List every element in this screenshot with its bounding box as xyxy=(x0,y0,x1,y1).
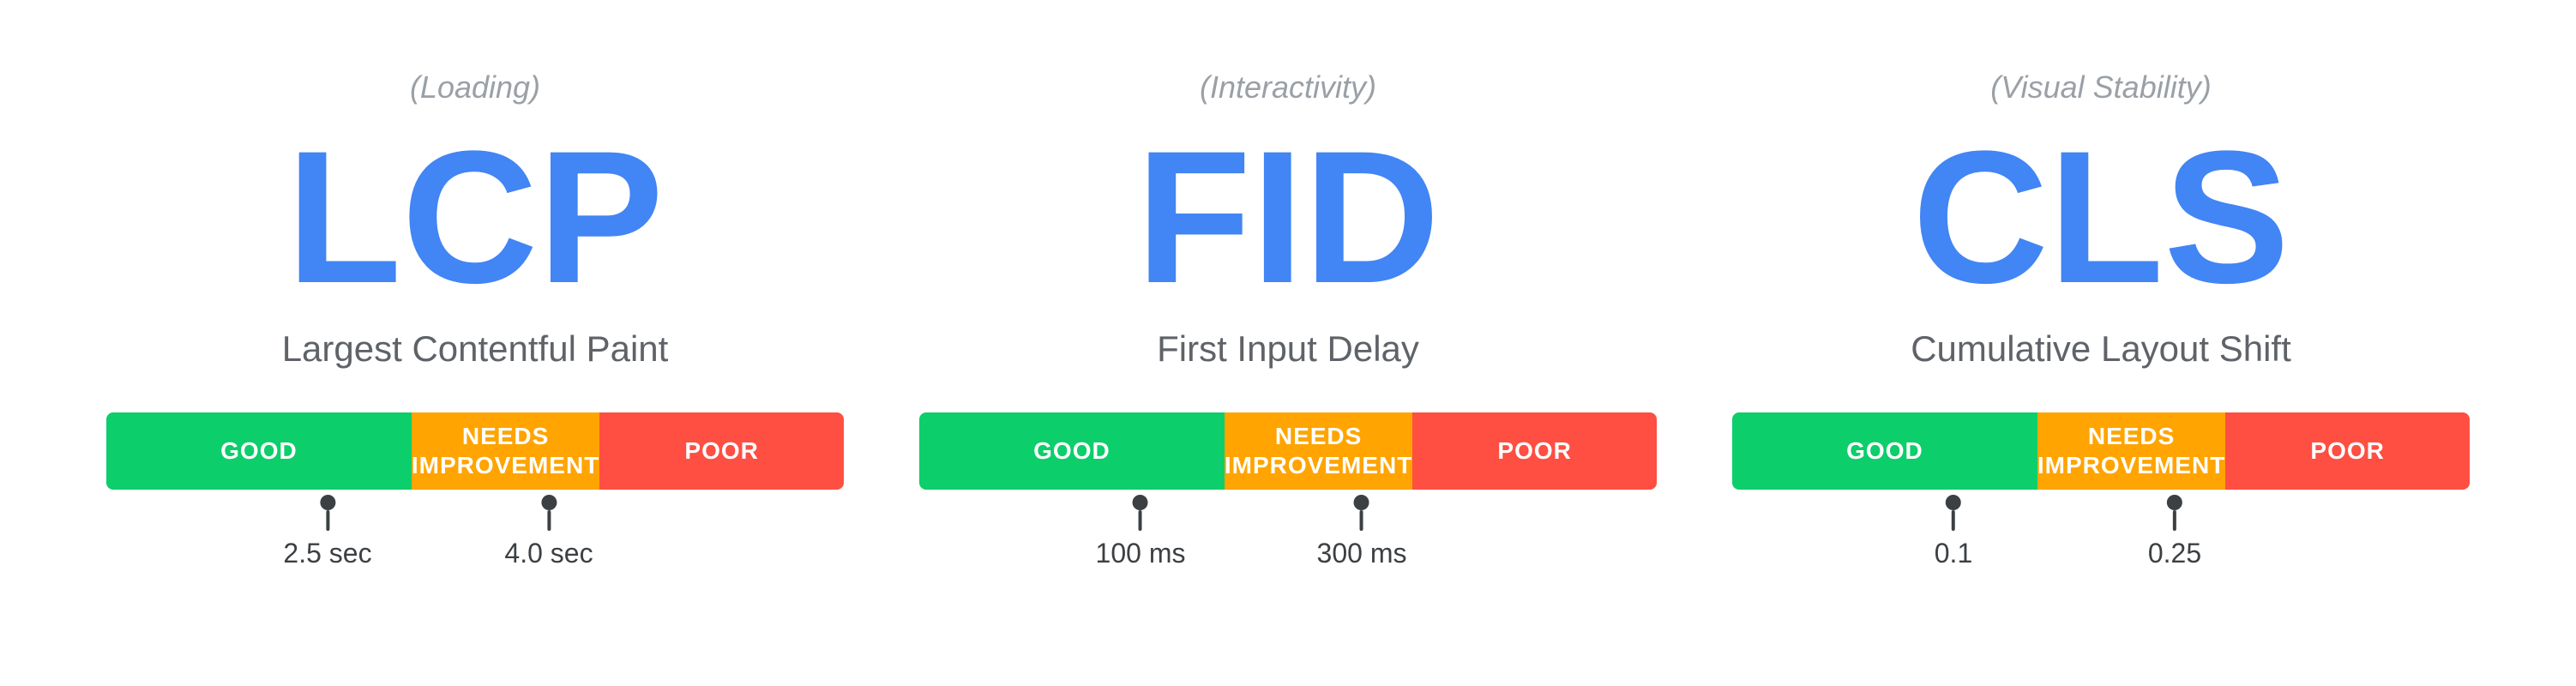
fid-marker2-line xyxy=(1360,510,1363,531)
cls-needs-segment: NEEDSIMPROVEMENT xyxy=(2037,412,2225,490)
cls-markers: 0.1 0.25 xyxy=(1732,496,2470,565)
metric-lcp: (Loading) LCP Largest Contentful Paint G… xyxy=(106,69,844,617)
lcp-name: Largest Contentful Paint xyxy=(282,328,669,370)
lcp-marker1-dot xyxy=(320,495,335,510)
fid-needs-label: NEEDSIMPROVEMENT xyxy=(1225,422,1412,479)
fid-bar-container: GOOD NEEDSIMPROVEMENT POOR 100 ms xyxy=(919,412,1657,565)
lcp-bar: GOOD NEEDSIMPROVEMENT POOR xyxy=(106,412,844,490)
fid-good-segment: GOOD xyxy=(919,412,1225,490)
lcp-needs-label: NEEDSIMPROVEMENT xyxy=(412,422,599,479)
fid-good-label: GOOD xyxy=(1033,436,1110,466)
main-container: (Loading) LCP Largest Contentful Paint G… xyxy=(0,69,2576,617)
fid-marker2-dot xyxy=(1354,495,1369,510)
lcp-good-segment: GOOD xyxy=(106,412,412,490)
cls-marker1-dot xyxy=(1946,495,1961,510)
lcp-good-label: GOOD xyxy=(220,436,298,466)
cls-marker2-line xyxy=(2173,510,2176,531)
cls-needs-label: NEEDSIMPROVEMENT xyxy=(2037,422,2225,479)
cls-bar-container: GOOD NEEDSIMPROVEMENT POOR 0.1 xyxy=(1732,412,2470,565)
fid-poor-label: POOR xyxy=(1497,436,1571,466)
lcp-marker2-value: 4.0 sec xyxy=(504,538,593,569)
cls-bar: GOOD NEEDSIMPROVEMENT POOR xyxy=(1732,412,2470,490)
fid-marker2-value: 300 ms xyxy=(1317,538,1407,569)
lcp-marker2: 4.0 sec xyxy=(504,496,593,569)
cls-good-segment: GOOD xyxy=(1732,412,2037,490)
cls-marker1-value: 0.1 xyxy=(1935,538,1972,569)
cls-abbr: CLS xyxy=(1912,123,2290,311)
cls-good-label: GOOD xyxy=(1846,436,1923,466)
fid-marker1-line xyxy=(1139,510,1142,531)
fid-abbr: FID xyxy=(1136,123,1440,311)
fid-marker1-value: 100 ms xyxy=(1096,538,1186,569)
metric-cls: (Visual Stability) CLS Cumulative Layout… xyxy=(1732,69,2470,617)
lcp-marker1-value: 2.5 sec xyxy=(283,538,371,569)
lcp-abbr: LCP xyxy=(286,123,664,311)
fid-bar: GOOD NEEDSIMPROVEMENT POOR xyxy=(919,412,1657,490)
fid-needs-segment: NEEDSIMPROVEMENT xyxy=(1225,412,1412,490)
lcp-marker2-line xyxy=(547,510,551,531)
lcp-marker2-dot xyxy=(541,495,557,510)
cls-poor-label: POOR xyxy=(2310,436,2384,466)
fid-category: (Interactivity) xyxy=(1200,69,1376,105)
cls-marker2-value: 0.25 xyxy=(2148,538,2201,569)
lcp-needs-segment: NEEDSIMPROVEMENT xyxy=(412,412,599,490)
fid-marker2: 300 ms xyxy=(1317,496,1407,569)
cls-marker2: 0.25 xyxy=(2148,496,2201,569)
cls-category: (Visual Stability) xyxy=(1990,69,2211,105)
lcp-markers: 2.5 sec 4.0 sec xyxy=(106,496,844,565)
metric-fid: (Interactivity) FID First Input Delay GO… xyxy=(919,69,1657,617)
fid-name: First Input Delay xyxy=(1157,328,1419,370)
fid-marker1-dot xyxy=(1133,495,1148,510)
cls-marker2-dot xyxy=(2167,495,2182,510)
fid-marker1: 100 ms xyxy=(1096,496,1186,569)
fid-markers: 100 ms 300 ms xyxy=(919,496,1657,565)
lcp-marker1-line xyxy=(326,510,329,531)
cls-poor-segment: POOR xyxy=(2225,412,2470,490)
cls-marker1-line xyxy=(1952,510,1955,531)
lcp-bar-container: GOOD NEEDSIMPROVEMENT POOR 2.5 sec xyxy=(106,412,844,565)
lcp-poor-segment: POOR xyxy=(599,412,844,490)
fid-poor-segment: POOR xyxy=(1412,412,1657,490)
lcp-marker1: 2.5 sec xyxy=(283,496,371,569)
lcp-category: (Loading) xyxy=(410,69,540,105)
cls-name: Cumulative Layout Shift xyxy=(1911,328,2291,370)
cls-marker1: 0.1 xyxy=(1935,496,1972,569)
lcp-poor-label: POOR xyxy=(684,436,758,466)
